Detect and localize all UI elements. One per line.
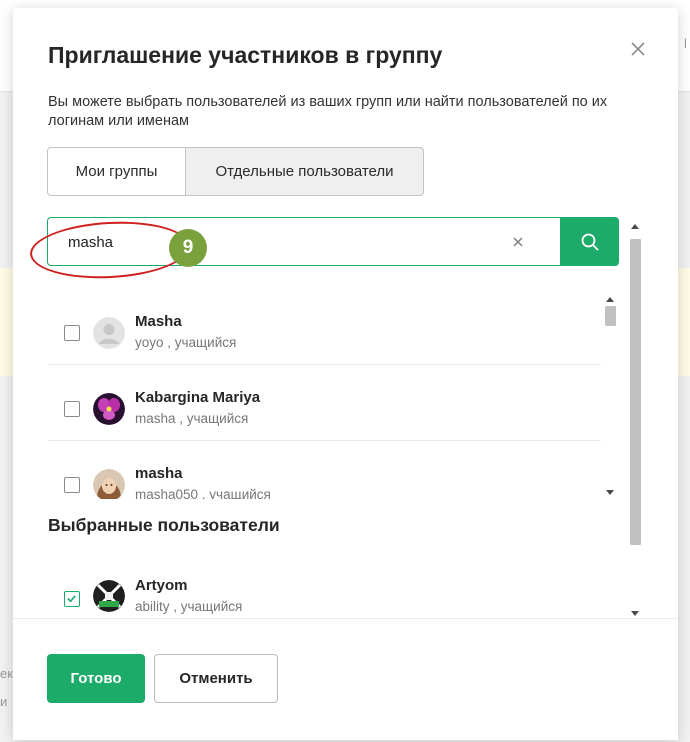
scroll-up-icon[interactable] (606, 297, 614, 302)
user-name: Masha (135, 313, 182, 330)
modal-description: Вы можете выбрать пользователей из ваших… (48, 94, 608, 129)
user-login-role: masha050 , учащийся (135, 487, 271, 499)
scroll-down-icon[interactable] (631, 611, 639, 616)
user-login-role: yoyo , учащийся (135, 335, 237, 350)
cancel-button[interactable]: Отменить (154, 654, 278, 703)
user-checkbox-checked[interactable] (64, 591, 80, 607)
scrollbar-thumb[interactable] (630, 239, 641, 545)
source-tabs: Мои группы Отдельные пользователи (47, 147, 424, 196)
background-text-fragment: ек (0, 666, 13, 681)
list-item[interactable]: masha masha050 , учащийся (48, 441, 601, 499)
close-button[interactable] (628, 39, 648, 59)
background-text-fragment: и (0, 694, 8, 709)
search-icon (581, 233, 599, 251)
user-name: Kabargina Mariya (135, 389, 261, 406)
scroll-down-icon[interactable] (606, 490, 614, 495)
checkmark-icon (67, 595, 76, 603)
list-item[interactable]: Kabargina Mariya masha , учащийся (48, 365, 601, 441)
done-button[interactable]: Готово (47, 654, 145, 703)
scroll-up-icon[interactable] (631, 224, 639, 229)
list-item[interactable]: Masha yoyo , учащийся (48, 289, 601, 365)
invite-members-modal: Приглашение участников в группу Вы может… (13, 8, 678, 740)
modal-title: Приглашение участников в группу (48, 42, 443, 68)
user-name: masha (135, 465, 183, 482)
background-text-fragment: l (684, 36, 687, 51)
selected-users-heading: Выбранные пользователи (48, 515, 280, 535)
clear-icon[interactable] (511, 235, 525, 249)
user-checkbox[interactable] (64, 401, 80, 417)
close-icon (631, 42, 645, 56)
tab-my-groups[interactable]: Мои группы (47, 147, 186, 196)
results-scrollbar[interactable] (602, 289, 619, 501)
search-results-list: Masha yoyo , учащийся Kabargina Mariya m… (48, 289, 603, 499)
orchid-avatar-icon (93, 393, 125, 425)
user-login-role: ability , учащийся (135, 599, 243, 614)
pattern-avatar-icon (93, 580, 125, 612)
tab-individual-users[interactable]: Отдельные пользователи (186, 147, 424, 196)
scrollbar-thumb[interactable] (605, 306, 616, 326)
modal-scrollbar[interactable] (627, 218, 644, 620)
user-checkbox[interactable] (64, 477, 80, 493)
default-avatar-icon (93, 317, 125, 349)
user-login-role: masha , учащийся (135, 411, 249, 426)
user-checkbox[interactable] (64, 325, 80, 341)
user-name: Artyom (135, 577, 188, 594)
search-button[interactable] (560, 217, 619, 266)
modal-footer: Готово Отменить (13, 618, 678, 740)
girl-photo-avatar-icon (93, 469, 125, 499)
annotation-step-badge: 9 (169, 229, 207, 267)
